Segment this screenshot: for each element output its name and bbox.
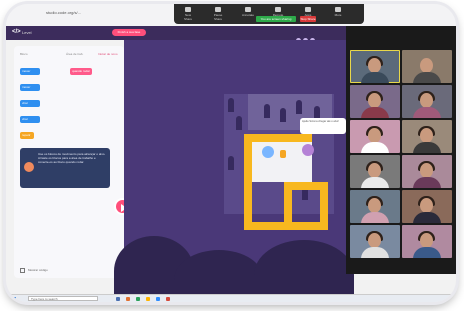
tree bbox=[236, 116, 242, 130]
mouse-icon bbox=[275, 7, 281, 12]
character-avatar bbox=[302, 144, 314, 156]
stop-share-button[interactable]: Stop Share bbox=[300, 16, 316, 22]
windows-taskbar: Type here to search bbox=[6, 294, 456, 302]
screen-frame: studio.code.org/s/... New Share Pause Sh… bbox=[6, 4, 456, 302]
participant-video[interactable] bbox=[402, 50, 452, 83]
participant-video[interactable] bbox=[402, 225, 452, 258]
zoom-taskbar-icon[interactable] bbox=[156, 297, 160, 301]
path bbox=[244, 134, 252, 230]
finish-button[interactable]: Finish a sua fase bbox=[112, 29, 146, 36]
when-run-block[interactable]: quando rodar bbox=[70, 68, 92, 75]
windows-start-icon[interactable] bbox=[12, 297, 16, 301]
zoom-tool-apps[interactable]: Apps bbox=[302, 7, 314, 17]
hill bbox=[254, 240, 354, 302]
apps-icon bbox=[305, 7, 311, 12]
zoom-tool-annotate[interactable]: Annotate bbox=[242, 7, 254, 17]
block-turn[interactable]: virar bbox=[20, 100, 40, 107]
workspace-header: Área de trab. bbox=[66, 52, 84, 56]
path bbox=[284, 190, 292, 222]
share-status: You are screen sharing bbox=[256, 16, 296, 22]
maze bbox=[224, 94, 334, 230]
url-bar[interactable]: studio.code.org/s/... bbox=[46, 10, 81, 15]
block-repeat[interactable]: repetir bbox=[20, 132, 34, 139]
participant-video[interactable] bbox=[350, 85, 400, 118]
pencil-icon bbox=[245, 7, 251, 12]
game-header: </> Level Finish a sua fase bbox=[6, 26, 346, 43]
taskbar-app-icon[interactable] bbox=[126, 297, 130, 301]
pause-icon bbox=[215, 7, 221, 12]
participant-video[interactable] bbox=[350, 50, 400, 83]
taskbar-search[interactable]: Type here to search bbox=[28, 296, 98, 301]
participant-video[interactable] bbox=[402, 120, 452, 153]
taskbar-app-icon[interactable] bbox=[116, 297, 120, 301]
tree bbox=[296, 100, 302, 114]
level-title: Level bbox=[22, 30, 32, 35]
tree bbox=[228, 98, 234, 112]
browser-bar: studio.code.org/s/... New Share Pause Sh… bbox=[6, 4, 456, 27]
tree bbox=[280, 108, 286, 122]
zoom-tool-new-share[interactable]: New Share bbox=[182, 7, 194, 21]
show-code-label: Mostrar código bbox=[28, 268, 48, 272]
scrat-character bbox=[262, 146, 274, 158]
zoom-tool-pause[interactable]: Pause Share bbox=[212, 7, 224, 21]
participant-video[interactable] bbox=[350, 120, 400, 153]
tree bbox=[264, 104, 270, 118]
video-gallery bbox=[346, 26, 456, 274]
code-panel: Bloco Área de trab. Iniciar de novo move… bbox=[14, 46, 131, 278]
code-logo[interactable]: </> bbox=[12, 29, 21, 35]
instructions-tooltip: Use os blocos de movimento para alcançar… bbox=[20, 148, 110, 188]
tree bbox=[228, 156, 234, 170]
zoom-tool-remote[interactable]: Remote Control bbox=[272, 7, 284, 21]
participant-video[interactable] bbox=[402, 155, 452, 188]
participant-video[interactable] bbox=[402, 85, 452, 118]
path bbox=[244, 134, 312, 142]
more-icon bbox=[335, 7, 341, 12]
start-over-link[interactable]: Iniciar de novo bbox=[98, 52, 118, 56]
share-icon bbox=[185, 7, 191, 12]
taskbar-app-icon[interactable] bbox=[146, 297, 150, 301]
block-move[interactable]: mover bbox=[20, 84, 40, 91]
zoom-tool-more[interactable]: More bbox=[332, 7, 344, 17]
speech-bubble: Ajude Scrat a chegar até o alvo! bbox=[300, 118, 346, 134]
path bbox=[284, 182, 328, 190]
game-canvas[interactable]: Ajude Scrat a chegar até o alvo! bbox=[114, 40, 354, 302]
acorn-goal-icon bbox=[280, 150, 286, 158]
header-icons bbox=[296, 30, 336, 43]
taskbar-app-icon[interactable] bbox=[166, 297, 170, 301]
character-avatar-icon bbox=[24, 162, 34, 172]
path bbox=[244, 222, 328, 230]
taskbar-app-icon[interactable] bbox=[136, 297, 140, 301]
toolbox-header: Bloco bbox=[20, 52, 28, 56]
instructions-text: Use os blocos de movimento para alcançar… bbox=[38, 152, 106, 164]
show-code-checkbox[interactable] bbox=[20, 268, 25, 273]
participant-video[interactable] bbox=[350, 155, 400, 188]
block-move[interactable]: mover bbox=[20, 68, 40, 75]
participant-video[interactable] bbox=[350, 190, 400, 223]
participant-video[interactable] bbox=[402, 190, 452, 223]
block-turn[interactable]: virar bbox=[20, 116, 40, 123]
participant-video[interactable] bbox=[350, 225, 400, 258]
